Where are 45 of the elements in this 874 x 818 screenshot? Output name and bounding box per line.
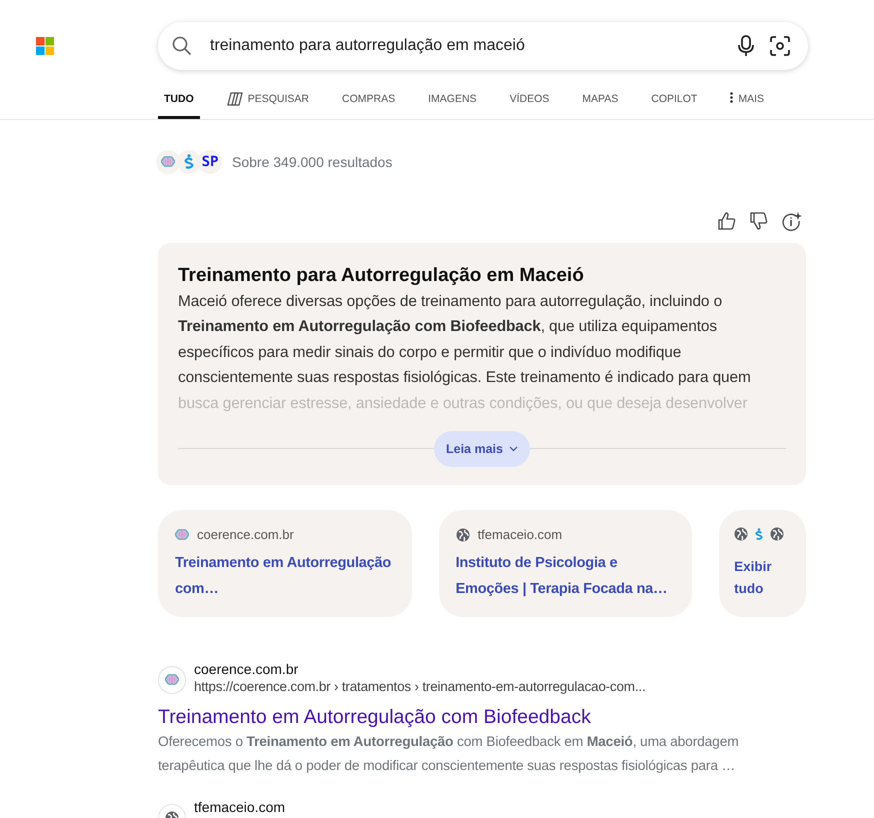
nav-tab[interactable]: VÍDEOS: [504, 92, 556, 119]
brain-icon: [161, 156, 175, 168]
site-name: coerence.com.br: [194, 660, 300, 678]
nav-tab[interactable]: PESQUISAR: [220, 92, 316, 119]
nav-tab[interactable]: COMPRAS: [336, 92, 402, 119]
thumbs-up-icon[interactable]: [718, 212, 736, 230]
microphone-icon[interactable]: [738, 35, 754, 57]
more-icon: [730, 92, 734, 103]
dollar-icon: [184, 154, 194, 170]
nav-tab[interactable]: IMAGENS: [422, 92, 483, 119]
result-link[interactable]: Treinamento em Autorregulação com Biofeedback: [158, 704, 806, 730]
search-query: treinamento para autorregulação em maceió: [210, 36, 526, 56]
site-name: tfemaceio.com: [194, 798, 286, 816]
source-domain: coerence.com.br: [197, 526, 294, 544]
globe-icon: [770, 527, 784, 542]
nav-tab[interactable]: TUDO: [158, 92, 200, 119]
see-all-link[interactable]: Exibir tudo: [734, 556, 778, 600]
source-domain: tfemaceio.com: [478, 526, 562, 544]
nav-tab[interactable]: MAIS: [724, 92, 770, 119]
read-more-button[interactable]: Leia mais: [434, 431, 530, 468]
thumbs-down-icon[interactable]: [750, 212, 768, 230]
result-snippet: Oferecemos o Treinamento em Autorregulação com Biofeedback em Maceió, uma abordagem terapêutica que lhe dá o poder de modificar conscientemente suas respostas fisiológicas para …: [158, 733, 740, 776]
brain-icon: [165, 674, 179, 686]
source-title: Treinamento em Autorregulação com…: [175, 554, 392, 600]
globe-icon: [734, 527, 748, 542]
site-url: https://coerence.com.br › tratamentos › treinamento-em-autorregulacao-com...: [194, 678, 646, 696]
search-field[interactable]: treinamento para autorregulação em maceió: [158, 22, 808, 70]
microsoft-logo: [36, 37, 54, 55]
dollar-icon: [755, 528, 764, 541]
brain-icon: [175, 529, 189, 542]
site-logo: SP: [202, 155, 218, 169]
see-all-card[interactable]: Exibir tudo: [719, 510, 806, 618]
source-title: Instituto de Psicologia e Emoções | Terapia Focada na…: [456, 554, 668, 600]
nav-tab[interactable]: COPILOT: [645, 92, 704, 119]
result-count: Sobre 349.000 resultados: [232, 152, 392, 172]
chevron-down-icon: [508, 446, 518, 452]
copilot-icon: [226, 92, 243, 106]
answer-title: Treinamento para Autorregulação em Maceió: [178, 264, 585, 288]
globe-icon: [456, 528, 470, 542]
source-card[interactable]: tfemaceio.com Instituto de Psicologia e Emoções | Terapia Focada na…: [438, 510, 692, 618]
info-sparkle-icon[interactable]: [782, 212, 802, 232]
visual-search-icon[interactable]: [770, 36, 790, 56]
search-icon: [172, 36, 192, 56]
nav-tab[interactable]: MAPAS: [576, 92, 624, 119]
source-card[interactable]: coerence.com.br Treinamento em Autorregulação com…: [158, 510, 412, 618]
